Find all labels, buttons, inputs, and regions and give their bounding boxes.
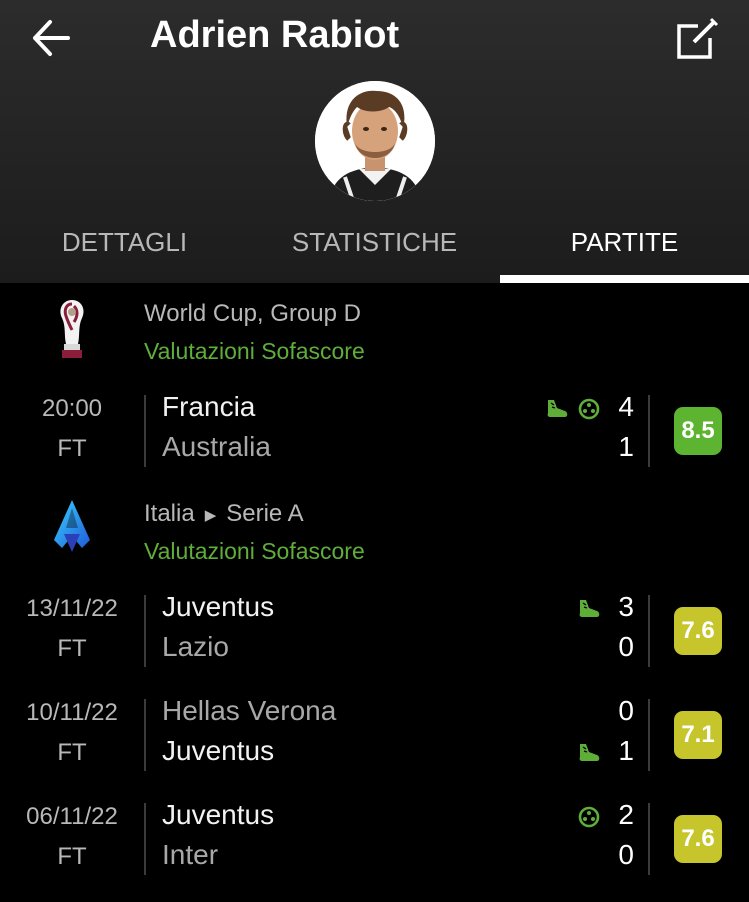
match-status: FT [57, 739, 87, 766]
home-score: 4 [618, 391, 634, 422]
match-date: 13/11/22 [26, 595, 118, 622]
country-name: Italia [144, 500, 195, 527]
world-cup-trophy-icon [44, 296, 100, 368]
divider [144, 699, 146, 771]
away-team: Lazio [162, 631, 229, 662]
tab-bar: DETTAGLI STATISTICHE PARTITE [0, 215, 749, 283]
divider [648, 803, 650, 875]
edit-icon[interactable] [674, 16, 720, 62]
home-score: 2 [618, 799, 634, 830]
tab-statistiche[interactable]: STATISTICHE [250, 215, 499, 283]
league-name: Serie A [226, 500, 304, 527]
match-time: 20:00 [41, 395, 103, 422]
ball-icon [577, 805, 601, 829]
player-rating-badge: 7.1 [674, 711, 722, 759]
tab-partite[interactable]: PARTITE [500, 215, 749, 283]
divider [648, 395, 650, 467]
home-score: 3 [618, 591, 634, 622]
player-rating-badge: 7.6 [674, 815, 722, 863]
boot-icon [577, 597, 601, 621]
home-team: Hellas Verona [162, 695, 337, 726]
home-team: Juventus [162, 591, 275, 622]
away-score: 1 [618, 431, 634, 462]
tournament-name: Italia ▶ Serie A [144, 500, 304, 528]
away-team: Australia [162, 431, 271, 462]
match-status: FT [57, 635, 87, 662]
page-title: Adrien Rabiot [150, 14, 400, 56]
match-date: 10/11/22 [26, 699, 118, 726]
tournament-header[interactable]: Italia ▶ Serie A Valutazioni Sofascore [0, 496, 749, 586]
match-row[interactable]: 13/11/22 FT Juventus Lazio 3 0 7.6 [0, 591, 749, 669]
caret-right-icon: ▶ [204, 506, 217, 524]
player-rating-badge: 8.5 [674, 407, 722, 455]
divider [144, 803, 146, 875]
boot-icon [577, 741, 601, 765]
serie-a-logo-icon [44, 496, 100, 568]
away-score: 0 [618, 631, 634, 662]
player-rating-badge: 7.6 [674, 607, 722, 655]
away-team: Inter [162, 839, 219, 870]
away-team: Juventus [162, 735, 275, 766]
divider [648, 699, 650, 771]
active-tab-indicator [500, 275, 749, 283]
away-score: 1 [618, 735, 634, 766]
match-row[interactable]: 10/11/22 FT Hellas Verona Juventus 0 1 7… [0, 695, 749, 773]
tournament-name: World Cup, Group D [144, 300, 361, 327]
home-team: Francia [162, 391, 256, 422]
home-team: Juventus [162, 799, 275, 830]
match-date: 06/11/22 [26, 803, 118, 830]
match-row[interactable]: 06/11/22 FT Juventus Inter 2 0 7.6 [0, 799, 749, 877]
boot-icon [545, 397, 569, 421]
ratings-link[interactable]: Valutazioni Sofascore [144, 538, 365, 565]
divider [648, 595, 650, 667]
match-status: FT [57, 843, 87, 870]
match-status: FT [57, 435, 87, 462]
player-avatar [315, 81, 435, 201]
tab-dettagli[interactable]: DETTAGLI [0, 215, 249, 283]
match-row[interactable]: 20:00 FT Francia Australia 4 1 8.5 [0, 391, 749, 469]
divider [144, 595, 146, 667]
tournament-header[interactable]: World Cup, Group D Valutazioni Sofascore [0, 296, 749, 386]
divider [144, 395, 146, 467]
home-score: 0 [618, 695, 634, 726]
ball-icon [577, 397, 601, 421]
away-score: 0 [618, 839, 634, 870]
back-arrow-icon[interactable] [30, 18, 74, 58]
ratings-link[interactable]: Valutazioni Sofascore [144, 338, 365, 365]
